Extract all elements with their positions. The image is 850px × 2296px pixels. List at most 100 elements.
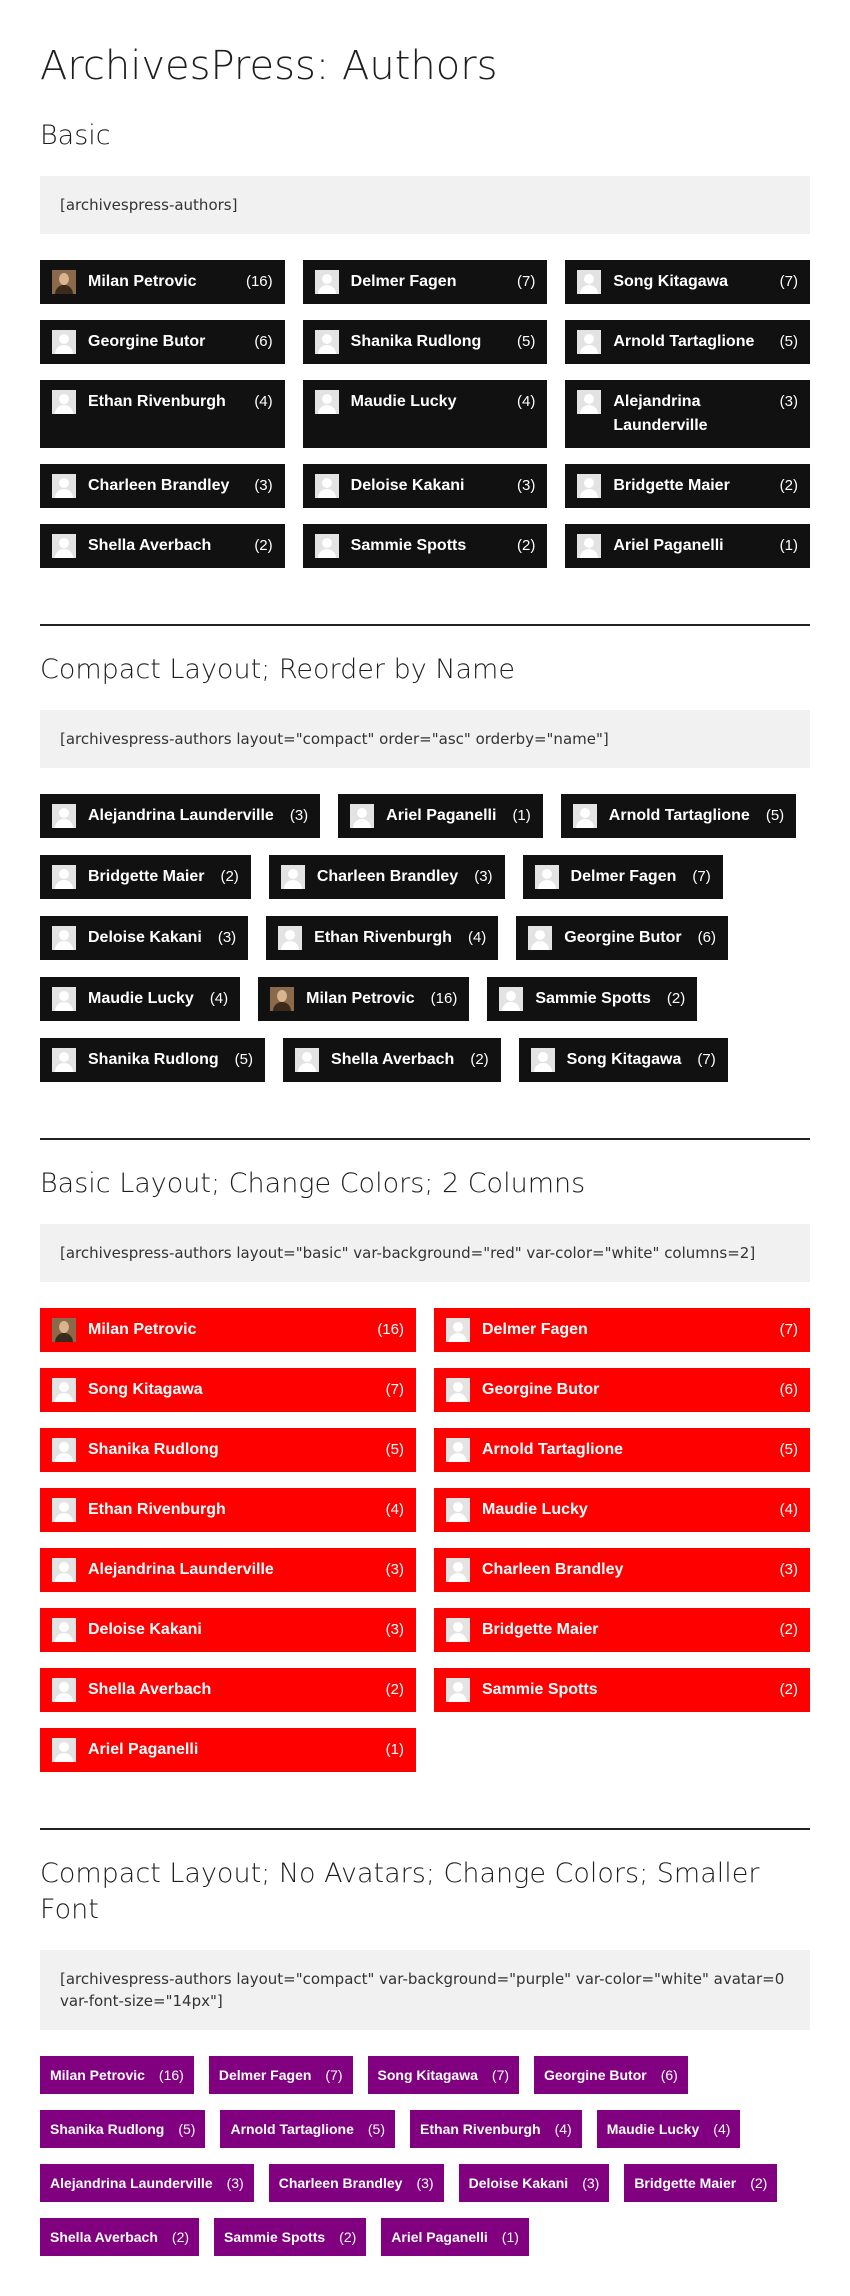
author-photo-avatar bbox=[270, 987, 295, 1011]
author-item[interactable]: Shanika Rudlong (5) bbox=[40, 1038, 266, 1082]
author-name: Deloise Kakani bbox=[468, 2175, 569, 2191]
author-item[interactable]: Sammie Spotts (2) bbox=[487, 977, 698, 1021]
author-item[interactable]: Maudie Lucky (4) bbox=[40, 977, 241, 1021]
author-item[interactable]: Delmer Fagen (7) bbox=[522, 855, 723, 899]
author-item[interactable]: Deloise Kakani (3) bbox=[40, 916, 249, 960]
post-count: (6) bbox=[779, 1381, 798, 1398]
default-avatar-icon bbox=[52, 1558, 76, 1582]
author-name: Charleen Brandley bbox=[482, 1561, 624, 1578]
default-avatar-icon bbox=[52, 926, 76, 950]
author-item[interactable]: Georgine Butor (6) bbox=[40, 320, 285, 364]
default-avatar-icon bbox=[52, 1048, 76, 1072]
author-item[interactable]: Sammie Spotts (2) bbox=[302, 524, 548, 568]
author-item[interactable]: Shella Averbach (2) bbox=[283, 1038, 501, 1082]
post-count: (2) bbox=[516, 537, 536, 554]
post-count: (2) bbox=[339, 2229, 357, 2245]
author-item[interactable]: Deloise Kakani (3) bbox=[302, 464, 548, 508]
author-name: Maudie Lucky bbox=[606, 2121, 700, 2137]
author-item[interactable]: Ariel Paganelli (1) bbox=[338, 794, 543, 838]
author-item[interactable]: Shanika Rudlong (5) bbox=[302, 320, 548, 364]
author-item[interactable]: Sammie Spotts (2) bbox=[434, 1668, 810, 1712]
author-item[interactable]: Maudie Lucky (4) bbox=[434, 1488, 810, 1532]
author-item[interactable]: Arnold Tartaglione (5) bbox=[220, 2110, 396, 2148]
author-name: Milan Petrovic bbox=[50, 2067, 145, 2083]
author-item[interactable]: Georgine Butor (6) bbox=[434, 1368, 810, 1412]
author-item[interactable]: Ariel Paganelli (1) bbox=[565, 524, 810, 568]
author-item[interactable]: Arnold Tartaglione (5) bbox=[565, 320, 810, 364]
author-item[interactable]: Song Kitagawa (7) bbox=[518, 1038, 728, 1082]
author-item[interactable]: Deloise Kakani (3) bbox=[458, 2164, 610, 2202]
default-avatar-icon bbox=[52, 1738, 76, 1762]
author-item[interactable]: Charleen Brandley (3) bbox=[40, 464, 285, 508]
author-name: Deloise Kakani bbox=[88, 929, 202, 946]
author-item[interactable]: Bridgette Maier (2) bbox=[40, 855, 251, 899]
author-item[interactable]: Delmer Fagen (7) bbox=[302, 260, 548, 304]
default-avatar-icon bbox=[314, 270, 339, 294]
author-name: Charleen Brandley bbox=[88, 477, 230, 494]
author-item[interactable]: Georgine Butor (6) bbox=[516, 916, 728, 960]
author-item[interactable]: Alejandrina Launderville (3) bbox=[40, 794, 321, 838]
section-title: Basic Layout; Change Colors; 2 Columns bbox=[40, 1168, 586, 1199]
author-item[interactable]: Delmer Fagen (7) bbox=[208, 2056, 353, 2094]
author-item[interactable]: Arnold Tartaglione (5) bbox=[560, 794, 797, 838]
post-count: (5) bbox=[385, 1441, 404, 1458]
author-name: Arnold Tartaglione bbox=[608, 807, 750, 824]
default-avatar-icon bbox=[446, 1378, 470, 1402]
section-divider bbox=[40, 1828, 810, 1830]
shortcode-block: [archivespress-authors layout="compact" … bbox=[40, 1950, 810, 2030]
author-item[interactable]: Georgine Butor (6) bbox=[534, 2056, 688, 2094]
author-item[interactable]: Delmer Fagen (7) bbox=[434, 1308, 810, 1352]
author-item[interactable]: Song Kitagawa (7) bbox=[40, 1368, 416, 1412]
author-item[interactable]: Sammie Spotts (2) bbox=[214, 2218, 367, 2256]
author-name: Shella Averbach bbox=[331, 1051, 455, 1068]
author-item[interactable]: Milan Petrovic (16) bbox=[258, 977, 470, 1021]
author-item[interactable]: Alejandrina Launderville (3) bbox=[40, 2164, 254, 2202]
author-item[interactable]: Shanika Rudlong (5) bbox=[40, 2110, 206, 2148]
author-item[interactable]: Ethan Rivenburgh (4) bbox=[410, 2110, 582, 2148]
author-item[interactable]: Shella Averbach (2) bbox=[40, 1668, 416, 1712]
author-item[interactable]: Ethan Rivenburgh (4) bbox=[266, 916, 499, 960]
author-item[interactable]: Bridgette Maier (2) bbox=[624, 2164, 778, 2202]
author-item[interactable]: Alejandrina Launderville (3) bbox=[565, 380, 810, 448]
author-name: Song Kitagawa bbox=[613, 273, 729, 290]
author-item[interactable]: Deloise Kakani (3) bbox=[40, 1608, 416, 1652]
default-avatar-icon bbox=[446, 1678, 470, 1702]
author-item[interactable]: Bridgette Maier (2) bbox=[434, 1608, 810, 1652]
author-item[interactable]: Shanika Rudlong (5) bbox=[40, 1428, 416, 1472]
author-item[interactable]: Charleen Brandley (3) bbox=[268, 2164, 444, 2202]
authors-grid: Milan Petrovic (16) Delmer Fagen (7) Song Ki… bbox=[40, 1308, 810, 1772]
author-item[interactable]: Milan Petrovic (16) bbox=[40, 1308, 416, 1352]
default-avatar-icon bbox=[446, 1498, 470, 1522]
author-item[interactable]: Maudie Lucky (4) bbox=[596, 2110, 741, 2148]
author-item[interactable]: Song Kitagawa (7) bbox=[565, 260, 810, 304]
author-item[interactable]: Ariel Paganelli (1) bbox=[40, 1728, 416, 1772]
author-item[interactable]: Song Kitagawa (7) bbox=[367, 2056, 520, 2094]
author-name: Milan Petrovic bbox=[88, 273, 197, 290]
section-purple-compact: Compact Layout; No Avatars; Change Color… bbox=[40, 1856, 810, 2256]
author-item[interactable]: Maudie Lucky (4) bbox=[302, 380, 548, 448]
author-item[interactable]: Charleen Brandley (3) bbox=[268, 855, 505, 899]
section-compact-reorder: Compact Layout; Reorder by Name [archive… bbox=[40, 652, 810, 1082]
author-item[interactable]: Shella Averbach (2) bbox=[40, 2218, 200, 2256]
author-item[interactable]: Alejandrina Launderville (3) bbox=[40, 1548, 416, 1592]
author-item[interactable]: Ethan Rivenburgh (4) bbox=[40, 380, 285, 448]
shortcode-block: [archivespress-authors] bbox=[40, 176, 810, 234]
post-count: (2) bbox=[666, 990, 686, 1007]
author-item[interactable]: Arnold Tartaglione (5) bbox=[434, 1428, 810, 1472]
default-avatar-icon bbox=[350, 804, 375, 828]
author-item[interactable]: Bridgette Maier (2) bbox=[565, 464, 810, 508]
author-item[interactable]: Ariel Paganelli (1) bbox=[381, 2218, 529, 2256]
author-name: Ariel Paganelli bbox=[391, 2229, 488, 2245]
author-item[interactable]: Shella Averbach (2) bbox=[40, 524, 285, 568]
author-name: Arnold Tartaglione bbox=[482, 1441, 624, 1458]
author-item[interactable]: Ethan Rivenburgh (4) bbox=[40, 1488, 416, 1532]
author-name: Ethan Rivenburgh bbox=[88, 393, 226, 410]
author-name: Ethan Rivenburgh bbox=[88, 1501, 226, 1518]
author-name: Alejandrina Launderville bbox=[88, 1561, 274, 1578]
author-name: Milan Petrovic bbox=[306, 990, 415, 1007]
author-item[interactable]: Charleen Brandley (3) bbox=[434, 1548, 810, 1592]
post-count: (7) bbox=[516, 273, 536, 290]
author-item[interactable]: Milan Petrovic (16) bbox=[40, 260, 285, 304]
post-count: (5) bbox=[779, 333, 798, 350]
author-item[interactable]: Milan Petrovic (16) bbox=[40, 2056, 194, 2094]
